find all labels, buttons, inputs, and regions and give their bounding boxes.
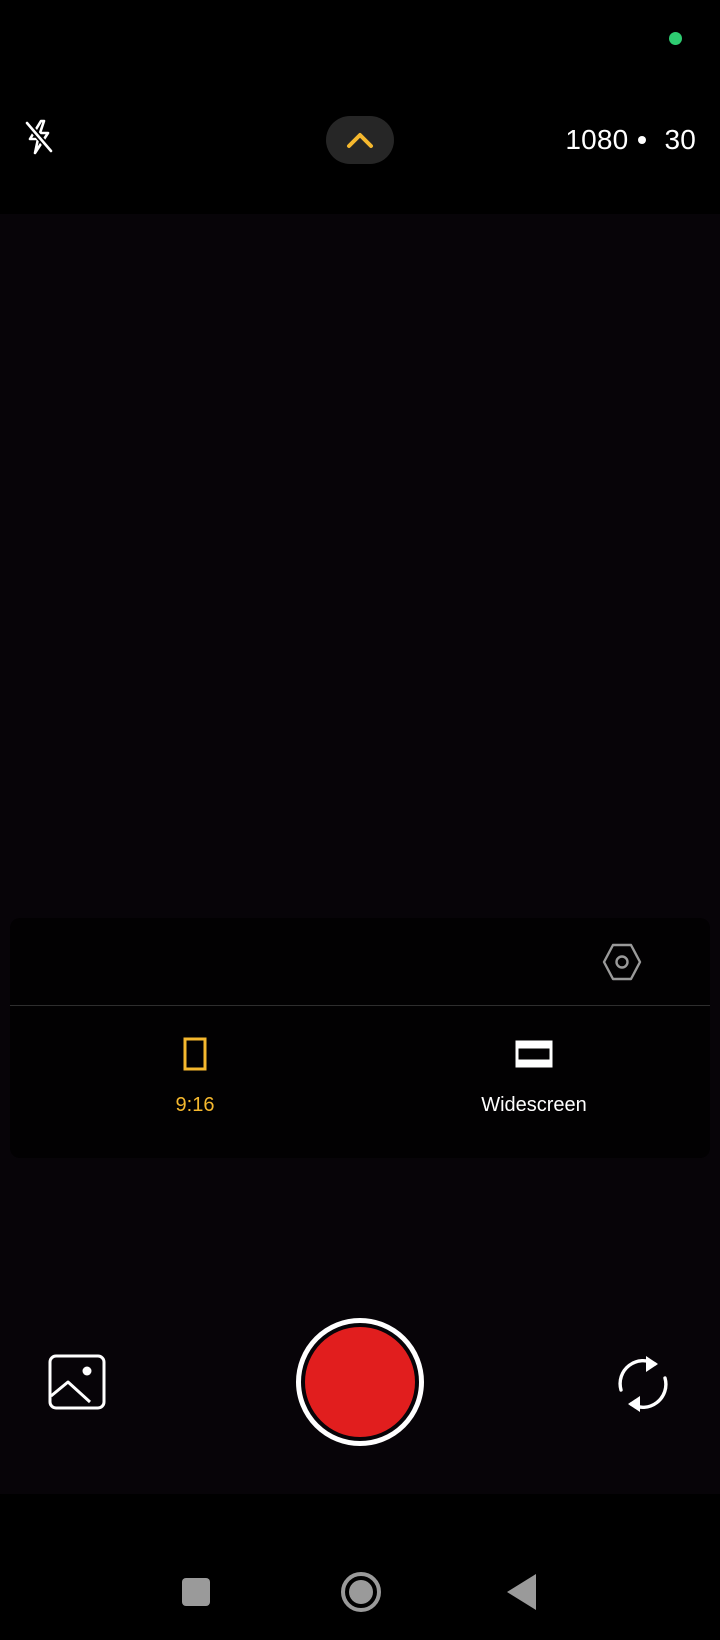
recents-button[interactable] [182, 1578, 210, 1606]
system-navigation-bar [0, 1494, 720, 1640]
home-icon [349, 1580, 373, 1604]
frame-rate-value[interactable]: 30 [664, 124, 696, 156]
resolution-value[interactable]: 1080 [565, 124, 628, 156]
back-button[interactable] [507, 1574, 536, 1610]
status-bar [0, 0, 720, 80]
record-button[interactable] [296, 1318, 424, 1446]
separator-dot [638, 136, 647, 144]
ratio-label-widescreen: Widescreen [481, 1094, 587, 1116]
chevron-up-icon [347, 133, 373, 148]
record-button-core [305, 1327, 415, 1437]
camera-top-bar: 1080 30 [0, 80, 720, 214]
ratio-option-9-16[interactable]: 9:16 [75, 1018, 315, 1138]
ratio-option-widescreen[interactable]: Widescreen [414, 1018, 654, 1138]
portrait-frame-icon [183, 1037, 207, 1071]
flash-off-button[interactable] [18, 116, 60, 158]
hexagon-settings-icon [602, 943, 642, 981]
home-button[interactable] [341, 1572, 381, 1612]
widescreen-frame-icon [515, 1040, 553, 1068]
flash-off-icon [24, 119, 54, 155]
panel-settings-button[interactable] [600, 940, 644, 984]
switch-camera-button[interactable] [612, 1352, 674, 1416]
panel-header [10, 918, 710, 1006]
gallery-icon [48, 1354, 106, 1410]
privacy-indicator-icon [669, 32, 682, 45]
camera-viewfinder[interactable] [0, 214, 720, 1494]
ratio-label-9-16: 9:16 [175, 1094, 215, 1116]
expand-settings-button[interactable] [326, 116, 394, 164]
video-spec-selector[interactable]: 1080 30 [565, 120, 696, 160]
switch-camera-icon [618, 1356, 668, 1412]
gallery-button[interactable] [48, 1354, 106, 1410]
aspect-ratio-panel: 9:16 Widescreen [10, 918, 710, 1158]
